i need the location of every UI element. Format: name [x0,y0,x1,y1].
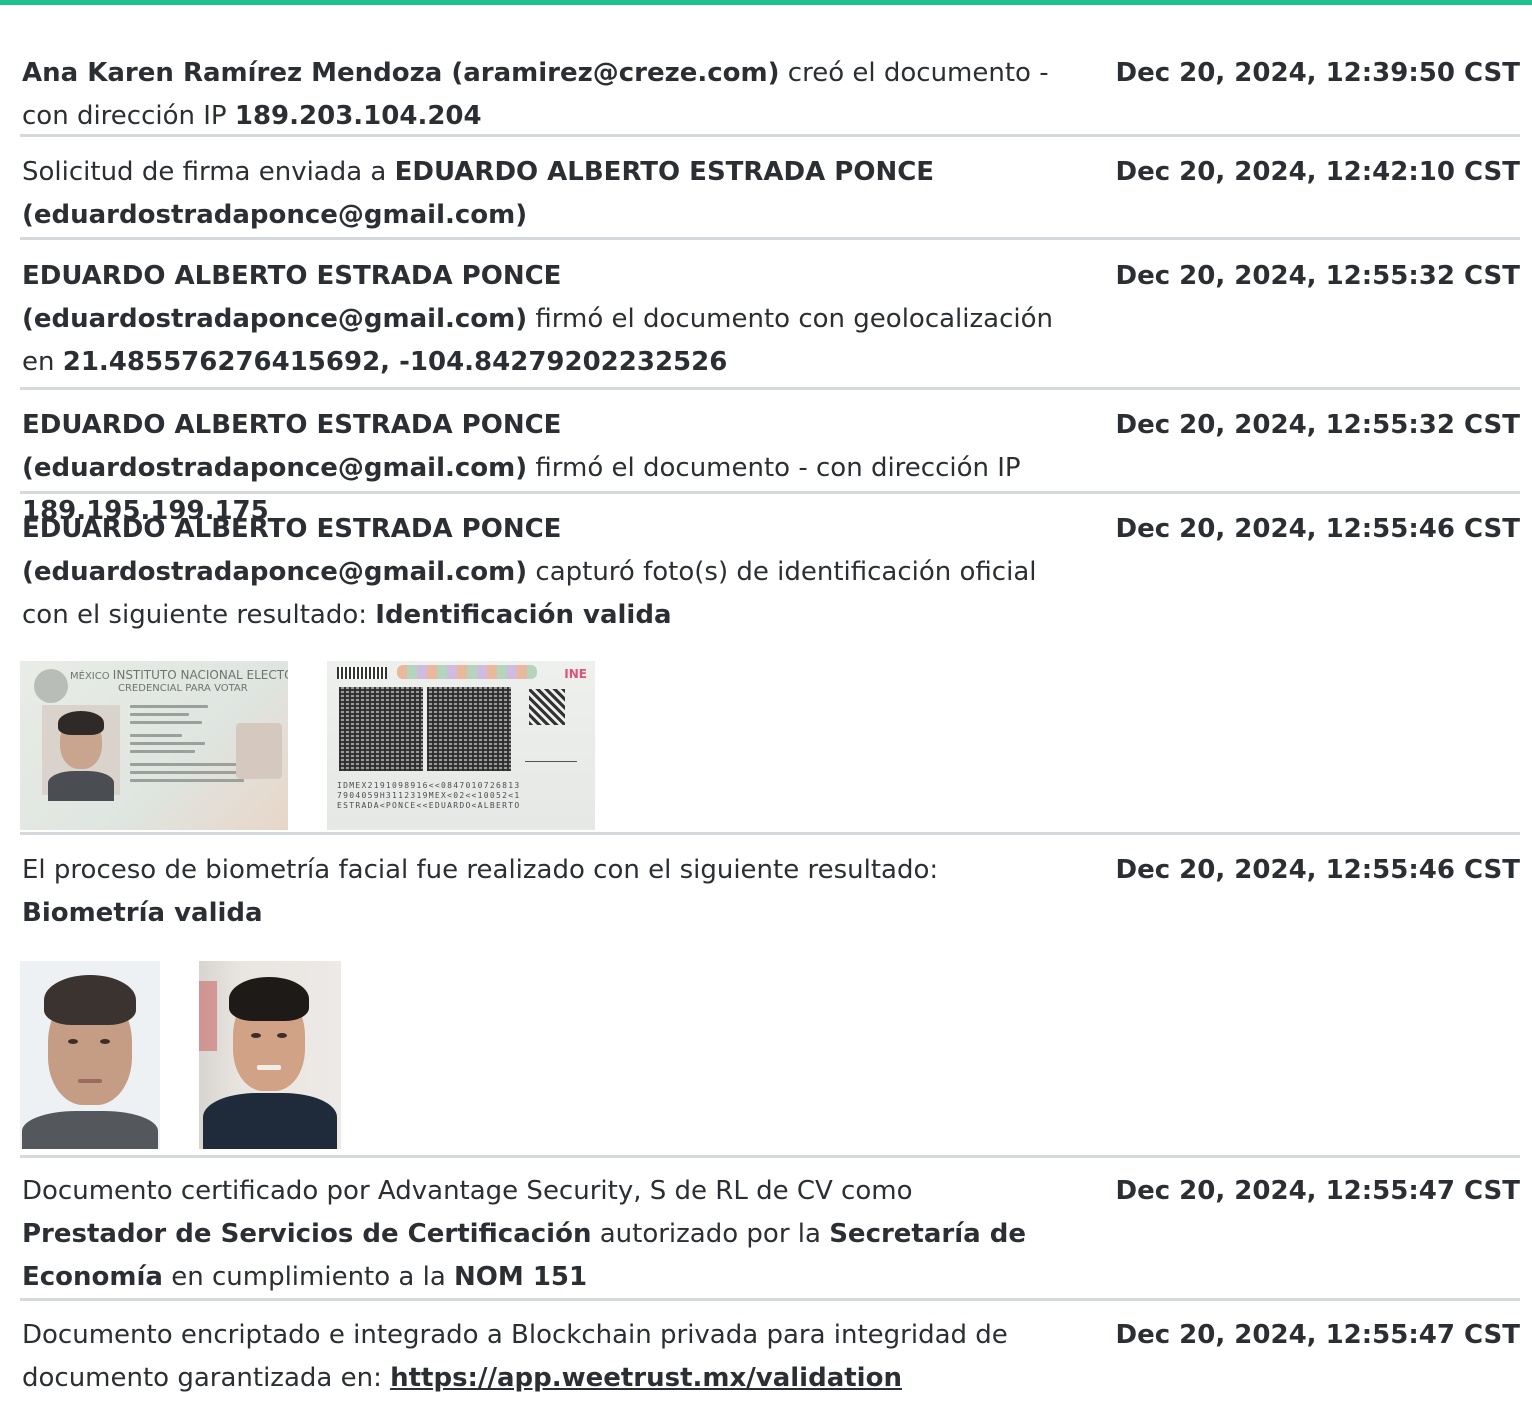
entry-text-segment: Biometría valida [22,898,263,928]
entry-text-segment: autorizado por la [591,1219,830,1249]
entry-description: EDUARDO ALBERTO ESTRADA PONCE (eduardost… [22,508,1062,637]
audit-entry: EDUARDO ALBERTO ESTRADA PONCE (eduardost… [20,390,1521,526]
id-card-header: MÉXICO INSTITUTO NACIONAL ELECTORAL CRED… [70,669,288,695]
entry-timestamp: Dec 20, 2024, 12:55:46 CST [1115,514,1521,544]
id-card-institute: INSTITUTO NACIONAL ELECTORAL [112,668,288,682]
entry-text-segment: EDUARDO ALBERTO ESTRADA PONCE (eduardost… [22,261,562,334]
entry-text-segment: Prestador de Servicios de Certificación [22,1219,592,1249]
entry-text-segment: EDUARDO ALBERTO ESTRADA PONCE [394,157,935,187]
entry-text-segment: El proceso de biometría facial fue reali… [22,855,939,885]
audit-log: Ana Karen Ramírez Mendoza (aramirez@crez… [20,5,1520,1401]
id-card-back-image: INE IDMEX2191098916<<0847010726813 79040… [327,661,595,830]
barcode-icon [337,667,387,679]
entry-text-segment: NOM 151 [454,1262,588,1292]
id-card-country: MÉXICO [70,671,110,682]
entry-text-segment: firmó el documento - con dirección IP [527,453,1021,483]
entry-text-segment: Documento certificado por Advantage Secu… [22,1176,913,1206]
entry-text-segment: (eduardostradaponce@gmail.com) [22,200,528,230]
audit-entry: Ana Karen Ramírez Mendoza (aramirez@crez… [20,5,1520,137]
audit-entry: El proceso de biometría facial fue reali… [20,835,1520,1158]
id-face-photo [20,961,160,1149]
entry-description: Documento encriptado e integrado a Block… [22,1314,1062,1400]
pdf417-code [339,687,423,771]
entry-description: El proceso de biometría facial fue reali… [22,849,1062,935]
signature-mark [525,747,577,762]
coat-of-arms-icon [34,669,68,703]
entry-text-segment: Solicitud de firma enviada a [22,157,395,187]
id-card-portrait [42,705,120,801]
entry-timestamp: Dec 20, 2024, 12:55:47 CST [1115,1176,1521,1206]
entry-timestamp: Dec 20, 2024, 12:55:47 CST [1115,1320,1521,1350]
entry-text-segment: 189.203.104.204 [234,101,482,131]
entry-timestamp: Dec 20, 2024, 12:39:50 CST [1115,58,1521,88]
audit-entry: Solicitud de firma enviada a EDUARDO ALB… [20,137,1520,240]
selfie-photo [199,961,341,1149]
id-card-front-image: MÉXICO INSTITUTO NACIONAL ELECTORAL CRED… [20,661,288,830]
entry-text-segment: en cumplimiento a la [162,1262,455,1292]
ine-logo: INE [564,667,587,681]
audit-entry: Documento certificado por Advantage Secu… [20,1158,1520,1301]
entry-description: Ana Karen Ramírez Mendoza (aramirez@crez… [22,52,1062,138]
entry-description: EDUARDO ALBERTO ESTRADA PONCE (eduardost… [22,255,1062,384]
mrz-block: IDMEX2191098916<<0847010726813 7904059H3… [337,781,521,811]
pdf417-code [427,687,511,771]
mrz-line: 7904059H3112319MEX<02<<10052<1 [337,791,521,800]
mrz-line: IDMEX2191098916<<0847010726813 [337,781,521,790]
audit-entry: EDUARDO ALBERTO ESTRADA PONCE (eduardost… [20,240,1520,390]
entry-description: Solicitud de firma enviada a EDUARDO ALB… [22,151,1062,237]
qr-code-icon [529,689,565,725]
audit-entry: Documento encriptado e integrado a Block… [20,1301,1520,1401]
id-card-type: CREDENCIAL PARA VOTAR [118,683,248,694]
entry-timestamp: Dec 20, 2024, 12:55:32 CST [1115,410,1521,440]
mrz-line: ESTRADA<PONCE<<EDUARDO<ALBERTO [337,801,521,810]
entry-text-segment: Identificación valida [375,600,672,630]
entry-timestamp: Dec 20, 2024, 12:55:32 CST [1115,261,1521,291]
audit-entry: EDUARDO ALBERTO ESTRADA PONCE (eduardost… [20,494,1520,835]
entry-timestamp: Dec 20, 2024, 12:55:46 CST [1115,855,1521,885]
validation-link[interactable]: https://app.weetrust.mx/validation [390,1363,902,1393]
entry-text-segment: 21.485576276415692, -104.84279202232526 [62,347,728,377]
entry-text-segment: EDUARDO ALBERTO ESTRADA PONCE (eduardost… [22,514,562,587]
entry-description: Documento certificado por Advantage Secu… [22,1170,1062,1299]
entry-text-segment: EDUARDO ALBERTO ESTRADA PONCE (eduardost… [22,410,562,483]
entry-text-segment: Ana Karen Ramírez Mendoza (aramirez@crez… [22,58,780,88]
entry-timestamp: Dec 20, 2024, 12:42:10 CST [1115,157,1521,187]
id-card-ghost-portrait [236,723,282,779]
